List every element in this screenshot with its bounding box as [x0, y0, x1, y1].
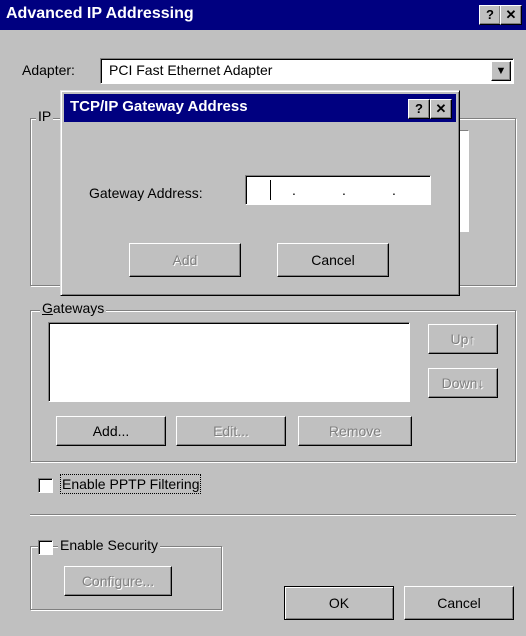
- gateway-remove-label: Remove: [328, 423, 382, 439]
- window-title: Advanced IP Addressing: [6, 5, 194, 22]
- close-button[interactable]: ✕: [500, 5, 522, 25]
- help-icon: ?: [415, 101, 423, 116]
- gateway-down-label: Down↓: [441, 375, 485, 391]
- gateway-add-label: Add...: [92, 423, 130, 439]
- dialog-title: TCP/IP Gateway Address: [70, 98, 248, 115]
- security-checkbox[interactable]: [38, 540, 53, 555]
- gateway-edit-button[interactable]: Edit...: [176, 416, 286, 446]
- window-titlebar[interactable]: Advanced IP Addressing ? ✕: [0, 0, 526, 30]
- ip-group-label: IP: [36, 108, 54, 124]
- gateways-group-label: Gateways: [40, 300, 107, 316]
- gateway-edit-label: Edit...: [213, 423, 249, 439]
- ip-dot-3: .: [392, 182, 396, 198]
- dialog-add-label: Add: [172, 252, 198, 268]
- adapter-label: Adapter:: [22, 62, 75, 78]
- dialog-help-button[interactable]: ?: [408, 99, 430, 119]
- configure-button[interactable]: Configure...: [64, 566, 172, 596]
- close-icon: ✕: [505, 7, 517, 22]
- adapter-select[interactable]: PCI Fast Ethernet Adapter ▼: [100, 58, 514, 84]
- text-cursor: [270, 180, 271, 200]
- chevron-down-icon: ▼: [495, 65, 507, 77]
- ip-dot-2: .: [342, 182, 346, 198]
- ip-dot-1: .: [292, 182, 296, 198]
- help-button[interactable]: ?: [479, 5, 501, 25]
- configure-label: Configure...: [81, 573, 155, 589]
- dialog-close-button[interactable]: ✕: [430, 99, 452, 119]
- gateway-address-input[interactable]: . . .: [245, 175, 431, 205]
- advanced-ip-addressing-window: Advanced IP Addressing ? ✕ Adapter: PCI …: [0, 0, 526, 636]
- adapter-dropdown-button[interactable]: ▼: [491, 61, 511, 81]
- gateway-up-label: Up↑: [450, 331, 476, 347]
- adapter-value: PCI Fast Ethernet Adapter: [109, 62, 273, 78]
- gateway-address-dialog: TCP/IP Gateway Address ? ✕ Gateway Addre…: [60, 90, 460, 296]
- separator-line: [30, 514, 516, 516]
- dialog-titlebar[interactable]: TCP/IP Gateway Address ? ✕: [64, 94, 456, 122]
- cancel-label: Cancel: [437, 595, 481, 611]
- gateway-add-button[interactable]: Add...: [56, 416, 166, 446]
- dialog-cancel-button[interactable]: Cancel: [277, 243, 389, 277]
- gateway-remove-button[interactable]: Remove: [298, 416, 412, 446]
- dialog-add-button[interactable]: Add: [129, 243, 241, 277]
- ok-button[interactable]: OK: [284, 586, 394, 620]
- security-label[interactable]: Enable Security: [58, 537, 161, 553]
- dialog-cancel-label: Cancel: [311, 252, 355, 268]
- pptp-checkbox[interactable]: [38, 478, 53, 493]
- help-icon: ?: [486, 7, 494, 22]
- pptp-label[interactable]: Enable PPTP Filtering: [59, 474, 202, 494]
- gateway-up-button[interactable]: Up↑: [428, 324, 498, 354]
- close-icon: ✕: [435, 101, 447, 116]
- ok-label: OK: [328, 595, 350, 611]
- gateways-list[interactable]: [48, 322, 410, 402]
- cancel-button[interactable]: Cancel: [404, 586, 514, 620]
- gateway-address-label: Gateway Address:: [89, 185, 203, 201]
- gateway-down-button[interactable]: Down↓: [428, 368, 498, 398]
